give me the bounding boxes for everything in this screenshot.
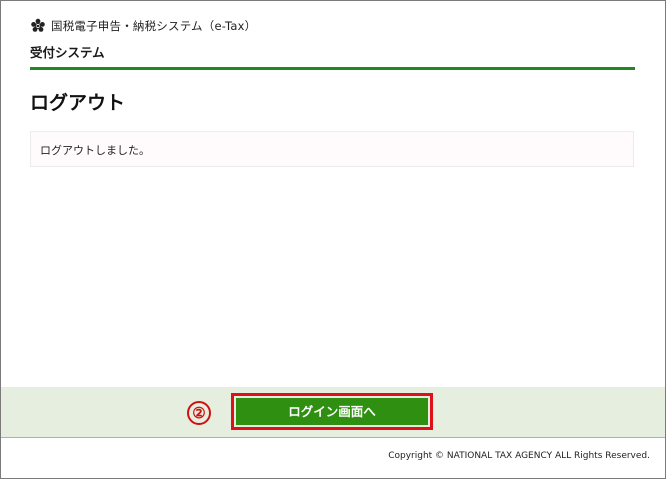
message-box: ログアウトしました。 [30, 131, 634, 167]
page-frame: 国税電子申告・納税システム（e-Tax） 受付システム ログアウト ログアウトし… [0, 0, 666, 479]
step-number-marker: ② [187, 401, 211, 425]
system-name: 受付システム [30, 45, 105, 60]
brand: 国税電子申告・納税システム（e-Tax） [30, 15, 634, 37]
government-crest-icon [30, 18, 46, 34]
copyright-text: Copyright © NATIONAL TAX AGENCY ALL Righ… [388, 451, 650, 461]
login-screen-button[interactable]: ログイン画面へ [236, 398, 428, 425]
header-divider [30, 67, 635, 70]
site-header: 国税電子申告・納税システム（e-Tax） 受付システム [30, 15, 634, 60]
logout-message: ログアウトしました。 [40, 144, 150, 157]
brand-text: 国税電子申告・納税システム（e-Tax） [51, 19, 257, 33]
page-title: ログアウト [30, 92, 126, 114]
